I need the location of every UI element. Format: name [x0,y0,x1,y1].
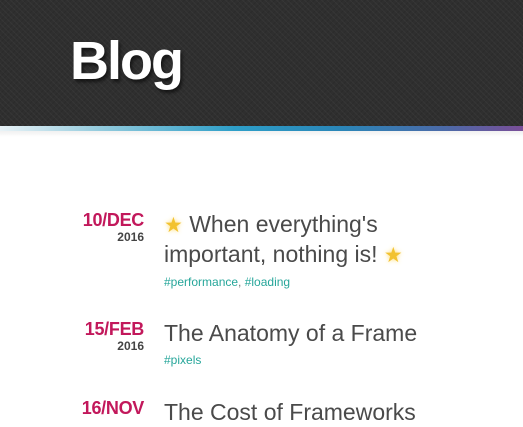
post-date: 15/FEB 2016 [40,319,145,353]
sparkle-star-icon: ★ [383,244,403,267]
post-content: The Anatomy of a Frame #pixels [164,319,464,367]
site-title[interactable]: Blog [70,30,184,92]
post-content: The Cost of Frameworks [164,398,464,427]
site-header: Blog [0,0,523,126]
post-date-year: 2016 [117,230,144,244]
post-date-day: 16/NOV [81,398,145,418]
post-title-link[interactable]: The Anatomy of a Frame [164,319,464,348]
post-tags: #performance, #loading [164,275,291,289]
post-date-year: 2016 [117,339,144,353]
tag-link[interactable]: #performance [164,275,238,289]
post-title-line1: When everything's [189,211,378,237]
post-date-day: 10/DEC [82,210,145,230]
header-accent-shadow [0,131,523,137]
post-date: 10/DEC 2016 [40,210,145,244]
sparkle-star-icon: ★ [164,214,183,237]
post-content: ★ When everything's important, nothing i… [164,210,464,289]
post-date: 16/NOV [40,398,145,418]
post-title-link[interactable]: ★ When everything's important, nothing i… [164,210,464,270]
post-tags: #pixels [164,353,464,367]
post-title-line2: important, nothing is! [164,241,378,267]
post-date-day: 15/FEB [84,319,145,339]
post-title-link[interactable]: The Cost of Frameworks [164,398,464,427]
tag-link[interactable]: #pixels [164,353,201,367]
tag-link[interactable]: #loading [245,275,290,289]
